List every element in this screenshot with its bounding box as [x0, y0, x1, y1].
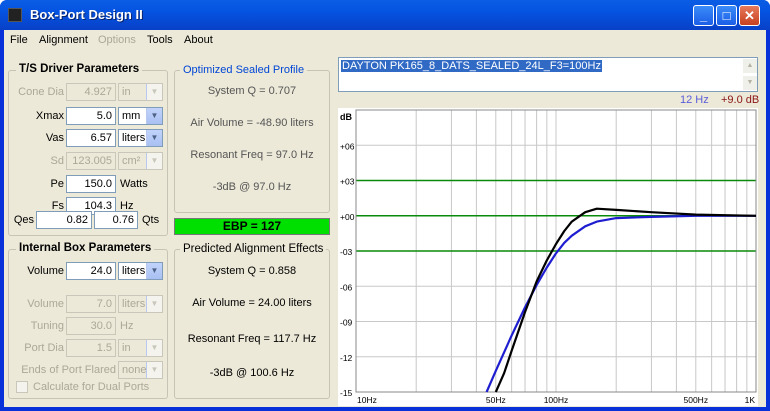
app-icon — [8, 8, 22, 22]
opt-system-q: System Q = 0.707 — [207, 85, 297, 97]
volume2-input[interactable]: 7.0 — [66, 295, 116, 313]
y-tick-label: -15 — [340, 388, 353, 398]
maximize-button[interactable]: □ — [716, 5, 737, 26]
box-parameters-title: Internal Box Parameters — [16, 242, 155, 254]
pe-label: Pe — [50, 178, 64, 190]
port-dia-label: Port Dia — [24, 342, 64, 354]
xmax-label: Xmax — [35, 110, 64, 122]
ebp-indicator: EBP = 127 — [174, 218, 330, 235]
cone-dia-label: Cone Dia — [18, 86, 64, 98]
chevron-down-icon: ▼ — [146, 130, 162, 146]
chevron-down-icon: ▼ — [146, 362, 162, 378]
tuning-input[interactable]: 30.0 — [66, 317, 116, 335]
port-dia-input[interactable]: 1.5 — [66, 339, 116, 357]
pred-resonant-freq: Resonant Freq = 117.7 Hz — [187, 333, 317, 345]
menu-bar: File Alignment Options Tools About — [4, 30, 766, 50]
y-tick-label: +06 — [340, 141, 355, 151]
dual-ports-checkbox[interactable] — [16, 381, 28, 393]
chevron-down-icon: ▼ — [146, 340, 162, 356]
cone-dia-unit-value: in — [122, 86, 131, 98]
x-tick-label: 1K — [745, 395, 756, 405]
scroll-down-icon[interactable]: ▼ — [743, 76, 757, 90]
dual-ports-label: Calculate for Dual Ports — [33, 381, 150, 393]
sd-input[interactable]: 123.005 — [66, 152, 116, 170]
y-tick-label: -09 — [340, 318, 353, 328]
opt-resonant-freq: Resonant Freq = 97.0 Hz — [190, 149, 314, 161]
xmax-unit-select[interactable]: mm ▼ — [118, 107, 163, 125]
y-tick-label: -06 — [340, 282, 353, 292]
volume2-unit-value: liters — [122, 298, 146, 310]
pe-input[interactable]: 150.0 — [66, 175, 116, 193]
ends-flared-select[interactable]: none ▼ — [118, 361, 163, 379]
qes-input[interactable]: 0.82 — [36, 211, 92, 229]
xmax-unit-value: mm — [122, 110, 141, 122]
x-tick-label: 100Hz — [544, 395, 569, 405]
close-button[interactable]: ✕ — [739, 5, 760, 26]
profile-name-text: DAYTON PK165_8_DATS_SEALED_24L_F3=100Hz — [341, 60, 602, 72]
vas-input[interactable]: 6.57 — [66, 129, 116, 147]
legend-db-readout: +9.0 dB — [721, 94, 760, 106]
title-bar[interactable]: Box-Port Design II _ □ ✕ — [0, 0, 770, 30]
menu-tools[interactable]: Tools — [147, 34, 173, 46]
ends-flared-label: Ends of Port Flared — [21, 364, 116, 376]
menu-file[interactable]: File — [10, 34, 28, 46]
scroll-up-icon[interactable]: ▲ — [743, 59, 757, 73]
cone-dia-input[interactable]: 4.927 — [66, 83, 116, 101]
chevron-down-icon: ▼ — [146, 108, 162, 124]
x-tick-label: 50Hz — [486, 395, 506, 405]
menu-about[interactable]: About — [184, 34, 213, 46]
app-window: Box-Port Design II _ □ ✕ File Alignment … — [0, 0, 770, 411]
sd-unit-value: cm² — [122, 155, 141, 167]
volume2-unit-select[interactable]: liters ▼ — [118, 295, 163, 313]
volume-unit-value: liters — [122, 265, 146, 277]
cone-dia-unit-select[interactable]: in ▼ — [118, 83, 163, 101]
menu-options[interactable]: Options — [98, 34, 136, 46]
sd-label: Sd — [50, 155, 64, 167]
window-title: Box-Port Design II — [30, 7, 143, 22]
y-tick-label: -12 — [340, 353, 353, 363]
pred-3db-point: -3dB @ 100.6 Hz — [209, 367, 295, 379]
vas-unit-value: liters — [122, 132, 146, 144]
y-tick-label: +00 — [340, 212, 355, 222]
pred-air-volume: Air Volume = 24.00 liters — [192, 297, 312, 309]
chevron-down-icon: ▼ — [146, 296, 162, 312]
xmax-input[interactable]: 5.0 — [66, 107, 116, 125]
x-tick-label: 500Hz — [684, 395, 709, 405]
y-axis-label: dB — [340, 112, 352, 122]
profile-name-field[interactable]: DAYTON PK165_8_DATS_SEALED_24L_F3=100Hz … — [338, 57, 758, 92]
qts-input[interactable]: 0.76 — [94, 211, 138, 229]
opt-3db-point: -3dB @ 97.0 Hz — [212, 181, 292, 193]
x-tick-label: 10Hz — [357, 395, 377, 405]
vas-label: Vas — [45, 132, 64, 144]
y-tick-label: -03 — [340, 247, 353, 257]
legend-hz-readout: 12 Hz — [680, 94, 709, 106]
pe-unit: Watts — [120, 178, 148, 190]
ends-flared-value: none — [122, 364, 147, 376]
menu-alignment[interactable]: Alignment — [39, 34, 88, 46]
port-dia-unit-select[interactable]: in ▼ — [118, 339, 163, 357]
frequency-response-chart[interactable]: dB +06 +03 +00 -03 -06 -09 -12 -15 10Hz 50Hz 100Hz 5… — [338, 108, 758, 406]
pred-system-q: System Q = 0.858 — [207, 265, 297, 277]
volume-label: Volume — [27, 265, 64, 277]
minimize-button[interactable]: _ — [693, 5, 714, 26]
predicted-effects-title: Predicted Alignment Effects — [180, 243, 327, 255]
chevron-down-icon: ▼ — [146, 84, 162, 100]
y-tick-label: +03 — [340, 177, 355, 187]
chevron-down-icon: ▼ — [146, 153, 162, 169]
port-dia-unit-value: in — [122, 342, 131, 354]
tuning-unit: Hz — [120, 320, 134, 332]
vas-unit-select[interactable]: liters ▼ — [118, 129, 163, 147]
client-area: File Alignment Options Tools About T/S D… — [4, 30, 766, 407]
qes-label: Qes — [13, 214, 34, 226]
volume-input[interactable]: 24.0 — [66, 262, 116, 280]
opt-air-volume: Air Volume = -48.90 liters — [190, 117, 314, 129]
sd-unit-select[interactable]: cm² ▼ — [118, 152, 163, 170]
chevron-down-icon: ▼ — [146, 263, 162, 279]
qts-label: Qts — [142, 214, 160, 226]
optimized-profile-title: Optimized Sealed Profile — [180, 64, 308, 76]
volume2-label: Volume — [27, 298, 64, 310]
volume-unit-select[interactable]: liters ▼ — [118, 262, 163, 280]
tuning-label: Tuning — [30, 320, 64, 332]
ts-parameters-title: T/S Driver Parameters — [16, 63, 143, 75]
